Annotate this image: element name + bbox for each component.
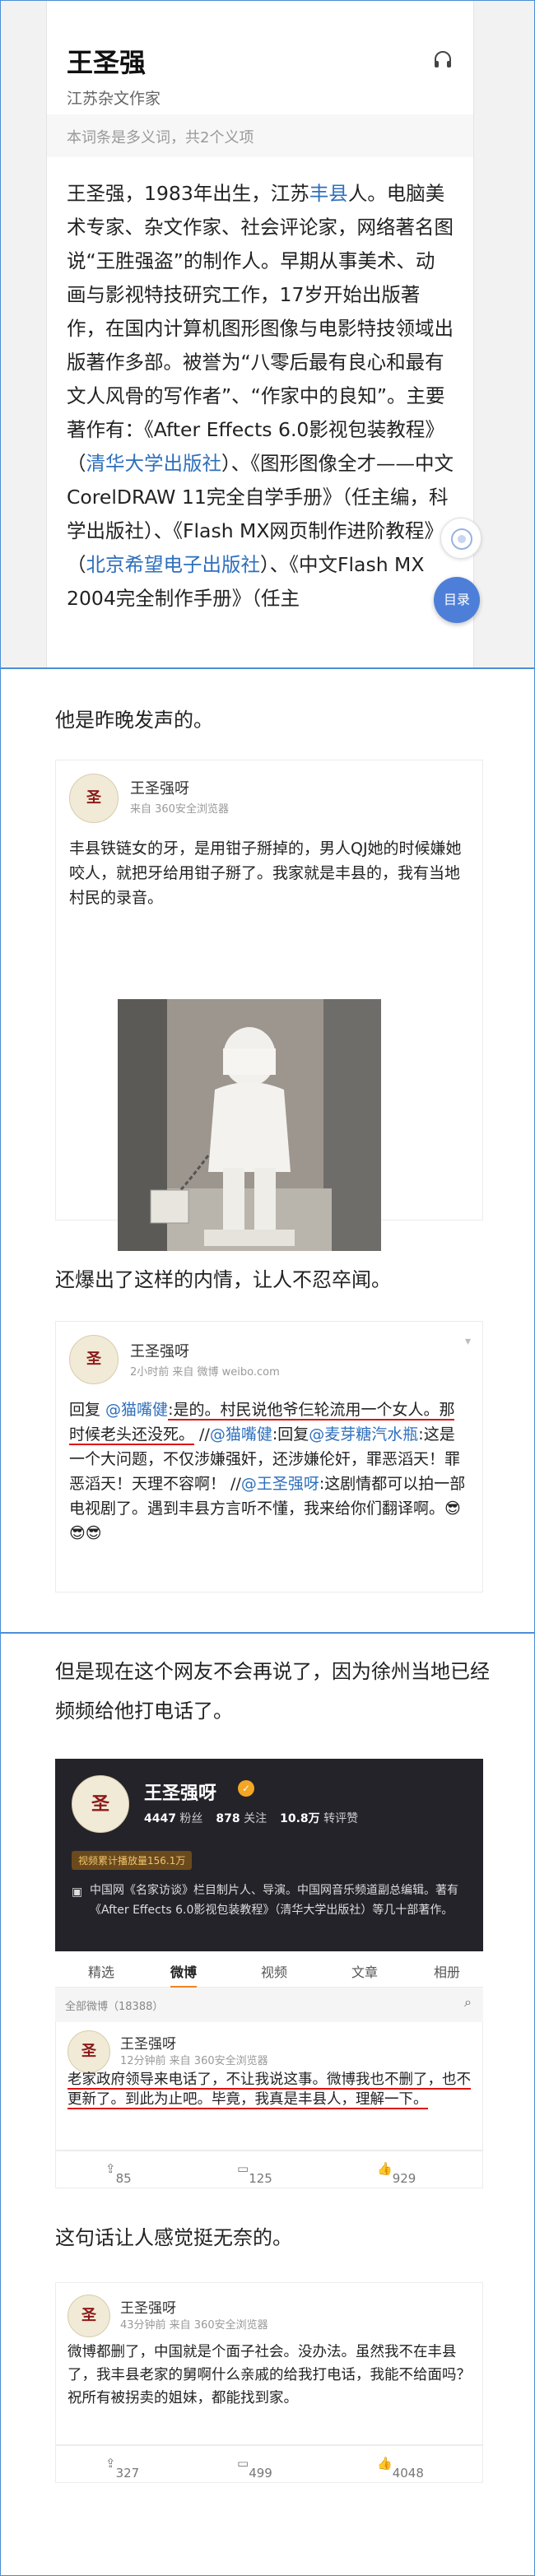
video-badge: 视频累计播放量156.1万 [72, 1851, 193, 1870]
profile-intro: ▣ 中国网《名家访谈》栏目制片人、导演。中国网音乐频道副总编辑。著有《After… [72, 1881, 467, 1920]
post-text: 老家政府领导来电话了，不让我说这事。微博我也不删了，也不更新了。到此为止吧。毕竟… [67, 2070, 471, 2109]
chevron-down-icon[interactable]: ▾ [465, 1335, 471, 1348]
verified-icon: ✓ [238, 1780, 254, 1797]
avatar[interactable]: 圣 [67, 2295, 110, 2337]
entry-title: 王圣强 [67, 47, 147, 78]
toc-button[interactable]: 目录 [434, 577, 480, 623]
list-count: 全部微博（18388） [65, 2001, 164, 2013]
comment-count: 499 [249, 2466, 272, 2481]
post-text-segment: :回复 [272, 1425, 309, 1444]
entry-body: 王圣强，1983年出生，江苏丰县人。电脑美术专家、杂文作家、社会评论家，网络著名… [67, 177, 454, 616]
caption: 这句话让人感觉挺无奈的。 [55, 2226, 292, 2249]
polysemy-note[interactable]: 本词条是多义词，共2个义项 [47, 114, 473, 157]
like-count: 929 [392, 2171, 416, 2186]
post-text: 回复 @猫嘴健:是的。村民说他爷仨轮流用一个女人。那时候老头还没死。 //@猫嘴… [69, 1397, 469, 1546]
search-icon[interactable]: ⌕ [464, 1994, 472, 2011]
caption: 还爆出了这样的内情，让人不忍卒闻。 [55, 1268, 391, 1291]
stat-number: 10.8万 [280, 1812, 320, 1825]
post-actions: ⇪ 85 ▭ 125 👍 929 [55, 2151, 483, 2188]
tab-featured[interactable]: 精选 [88, 1961, 114, 1981]
tab-albums[interactable]: 相册 [434, 1961, 460, 1981]
entry-text: 人。电脑美术专家、杂文作家、社会评论家，网络著名图说“王胜强盗”的制作人。早期从… [67, 182, 454, 475]
tab-weibo[interactable]: 微博 [170, 1961, 198, 1988]
post-meta: 来自 360安全浏览器 [130, 803, 229, 816]
entry-link[interactable]: 北京希望电子出版社 [86, 553, 261, 576]
entry-subtitle: 江苏杂文作家 [67, 90, 161, 108]
float-button[interactable] [440, 518, 482, 559]
post-text-segment: // [194, 1425, 210, 1444]
post-actions: ⇪ 327 ▭ 499 👍 4048 [55, 2445, 483, 2483]
id-card-icon: ▣ [72, 1886, 83, 1899]
entry-link[interactable]: 清华大学出版社 [86, 452, 222, 475]
post-text-segment: :是的。村民说他爷仨轮流用一个女人。 [168, 1401, 440, 1421]
post-text-underlined: 老家政府领导来电话了，不让我说这事。微博我也不删了，也不更新了。到此为止吧。毕竟… [67, 2071, 471, 2109]
headphones-icon[interactable] [432, 49, 454, 75]
stat-label: 转评赞 [319, 1812, 359, 1825]
baike-panel: 王圣强 江苏杂文作家 本词条是多义词，共2个义项 王圣强，1983年出生，江苏丰… [0, 0, 535, 668]
comment-count: 125 [249, 2171, 272, 2186]
like-button[interactable]: 👍 4048 [377, 2456, 424, 2481]
stat-label: 关注 [240, 1812, 268, 1825]
user-name[interactable]: 王圣强呀 [130, 1340, 189, 1361]
mention-link[interactable]: @猫嘴健 [210, 1425, 272, 1444]
user-name[interactable]: 王圣强呀 [120, 2032, 176, 2053]
repost-count: 327 [115, 2466, 140, 2481]
repost-button[interactable]: ⇪ 85 [105, 2161, 132, 2186]
caption: 他是昨晚发声的。 [55, 709, 213, 732]
weibo-panel-1: 他是昨晚发声的。 圣 王圣强呀 来自 360安全浏览器 丰县铁链女的牙，是用钳子… [0, 668, 535, 1633]
post-text: 微博都删了，中国就是个面子社会。没办法。虽然我不在丰县了，我丰县老家的舅啊什么亲… [67, 2344, 471, 2406]
entry-link[interactable]: 丰县 [309, 182, 348, 205]
avatar[interactable]: 圣 [69, 1335, 119, 1384]
comment-button[interactable]: ▭ 499 [237, 2456, 272, 2481]
avatar[interactable]: 圣 [67, 2030, 110, 2073]
stat-label: 粉丝 [175, 1812, 203, 1825]
post-meta: 43分钟前 来自 360安全浏览器 [120, 2319, 268, 2332]
like-button[interactable]: 👍 929 [377, 2161, 416, 2186]
mention-link[interactable]: @王圣强呀 [241, 1475, 319, 1493]
user-name[interactable]: 王圣强呀 [130, 777, 189, 798]
entry-text: 王圣强，1983年出生，江苏 [67, 182, 309, 205]
weibo-panel-2: 但是现在这个网友不会再说了，因为徐州当地已经频频给他打电话了。 圣 王圣强呀 ✓… [0, 1633, 535, 2576]
profile-stat[interactable]: 10.8万 转评赞 [280, 1812, 358, 1825]
profile-intro-text: 中国网《名家访谈》栏目制片人、导演。中国网音乐频道副总编辑。著有《After E… [90, 1884, 458, 1917]
profile-stat[interactable]: 4447 粉丝 [144, 1812, 202, 1825]
avatar[interactable]: 圣 [72, 1775, 129, 1833]
avatar[interactable]: 圣 [69, 774, 119, 823]
post-text-segment: 回复 [69, 1401, 106, 1419]
like-count: 4048 [392, 2466, 424, 2481]
encyclopedia-entry: 王圣强 江苏杂文作家 本词条是多义词，共2个义项 王圣强，1983年出生，江苏丰… [46, 1, 482, 667]
caption: 但是现在这个网友不会再说了，因为徐州当地已经频频给他打电话了。 [55, 1660, 490, 1723]
weibo-post: 圣 王圣强呀 43分钟前 来自 360安全浏览器 微博都删了，中国就是个面子社会… [55, 2282, 483, 2445]
profile-name: 王圣强呀 [144, 1783, 217, 1804]
stat-number: 878 [216, 1812, 240, 1825]
profile-stat[interactable]: 878 关注 [216, 1812, 267, 1825]
tab-articles[interactable]: 文章 [351, 1961, 378, 1981]
repost-button[interactable]: ⇪ 327 [105, 2456, 139, 2481]
weibo-post: 圣 王圣强呀 来自 360安全浏览器 丰县铁链女的牙，是用钳子掰掉的，男人QJ她… [55, 760, 483, 1251]
weibo-post: 圣 王圣强呀 2小时前 来自 微博 weibo.com ▾ 回复 @猫嘴健:是的… [55, 1321, 483, 1593]
statue-photo [118, 999, 381, 1251]
comment-button[interactable]: ▭ 125 [237, 2161, 272, 2186]
stat-number: 4447 [144, 1812, 176, 1825]
profile-tabs: 精选 微博 视频 文章 相册 [55, 1951, 483, 1988]
user-name[interactable]: 王圣强呀 [120, 2296, 176, 2317]
mention-link[interactable]: @麦芽糖汽水瓶 [309, 1425, 418, 1444]
tab-video[interactable]: 视频 [261, 1961, 287, 1981]
repost-count: 85 [115, 2171, 132, 2186]
post-meta: 12分钟前 来自 360安全浏览器 [120, 2055, 268, 2067]
list-header: 全部微博（18388） ⌕ [55, 1988, 483, 2022]
mention-link[interactable]: @猫嘴健 [105, 1401, 168, 1419]
profile-stats: 4447 粉丝 878 关注 10.8万 转评赞 [144, 1810, 371, 1826]
weibo-post: 圣 王圣强呀 12分钟前 来自 360安全浏览器 老家政府领导来电话了，不让我说… [55, 2022, 483, 2151]
post-text: 丰县铁链女的牙，是用钳子掰掉的，男人QJ她的时候嫌她咬人，就把牙给用钳子掰了。我… [69, 839, 462, 907]
post-meta: 2小时前 来自 微博 weibo.com [130, 1366, 280, 1379]
